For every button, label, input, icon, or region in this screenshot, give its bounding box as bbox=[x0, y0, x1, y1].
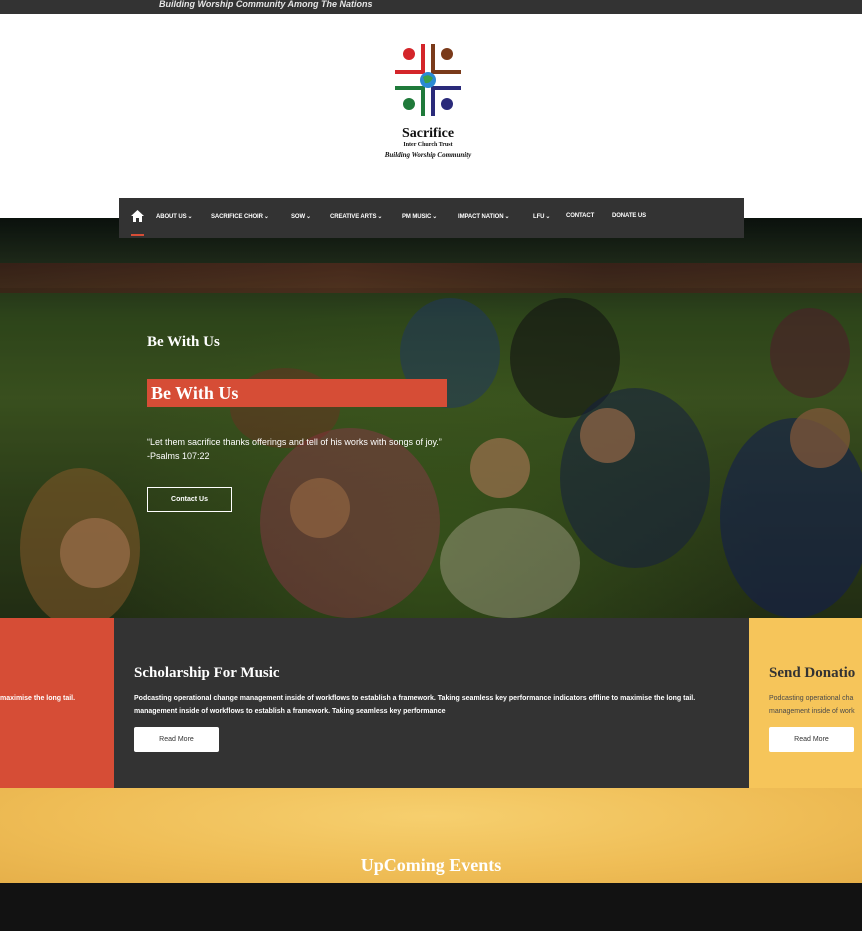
home-icon[interactable] bbox=[131, 210, 144, 222]
nav-item-label: SOW bbox=[291, 214, 306, 220]
chevron-down-icon: ⌄ bbox=[504, 214, 510, 220]
nav-item-creative-arts[interactable]: CREATIVE ARTS⌄ bbox=[330, 213, 382, 220]
card-scholarship-text: Podcasting operational change management… bbox=[134, 692, 695, 718]
nav-item-label: CONTACT bbox=[566, 213, 595, 219]
card-donation: Send Donatio Podcasting operational cha … bbox=[749, 618, 862, 788]
hero-quote: “Let them sacrifice thanks offerings and… bbox=[147, 437, 442, 461]
nav-item-sow[interactable]: SOW⌄ bbox=[291, 213, 311, 220]
cross-hands-globe-logo-icon bbox=[395, 44, 461, 116]
hero-overlay bbox=[0, 218, 862, 618]
chevron-down-icon: ⌄ bbox=[545, 214, 551, 220]
nav-item-donate-us[interactable]: DONATE US bbox=[612, 213, 646, 219]
hero-banner bbox=[0, 218, 862, 618]
events-content-area bbox=[0, 883, 862, 931]
chevron-down-icon: ⌄ bbox=[432, 214, 438, 220]
home-active-indicator bbox=[131, 234, 144, 236]
card-scholarship-line-2: management inside of workflows to establ… bbox=[134, 708, 446, 715]
card-donation-line-1: Podcasting operational cha bbox=[769, 695, 854, 702]
read-more-button[interactable]: Read More bbox=[769, 727, 854, 752]
hero-eyebrow: Be With Us bbox=[147, 334, 220, 350]
card-donation-title: Send Donatio bbox=[769, 665, 856, 681]
nav-item-label: LFU bbox=[533, 214, 545, 220]
hero-title: Be With Us bbox=[147, 379, 447, 407]
logo-name: Sacrifice bbox=[401, 126, 455, 141]
nav-item-label: SACRIFICE CHOIR bbox=[211, 214, 263, 220]
top-bar: Building Worship Community Among The Nat… bbox=[0, 0, 862, 14]
card-red-text: maximise the long tail. bbox=[0, 695, 76, 702]
nav-item-about-us[interactable]: ABOUT US⌄ bbox=[156, 213, 193, 220]
nav-item-lfu[interactable]: LFU⌄ bbox=[533, 213, 550, 220]
nav-item-sacrifice-choir[interactable]: SACRIFICE CHOIR⌄ bbox=[211, 213, 269, 220]
nav-item-pm-music[interactable]: PM MUSIC⌄ bbox=[402, 213, 437, 220]
main-nav: ABOUT US⌄ SACRIFICE CHOIR⌄ SOW⌄ CREATIVE… bbox=[119, 198, 744, 238]
card-red: maximise the long tail. bbox=[0, 618, 114, 788]
nav-item-label: PM MUSIC bbox=[402, 214, 432, 220]
card-scholarship: Scholarship For Music Podcasting operati… bbox=[114, 618, 749, 788]
upcoming-events-title: UpComing Events bbox=[360, 855, 502, 875]
chevron-down-icon: ⌄ bbox=[377, 214, 383, 220]
read-more-button[interactable]: Read More bbox=[134, 727, 219, 752]
card-donation-line-2: management inside of work bbox=[769, 708, 855, 715]
site-logo[interactable]: Sacrifice Inter Church Trust Building Wo… bbox=[380, 40, 480, 165]
chevron-down-icon: ⌄ bbox=[187, 214, 193, 220]
nav-item-contact[interactable]: CONTACT bbox=[566, 213, 594, 219]
nav-item-label: CREATIVE ARTS bbox=[330, 214, 377, 220]
nav-item-label: ABOUT US bbox=[156, 214, 187, 220]
logo-tagline: Building Worship Community bbox=[384, 151, 472, 159]
nav-item-label: DONATE US bbox=[612, 213, 646, 219]
card-scholarship-line-1: Podcasting operational change management… bbox=[134, 695, 696, 702]
nav-item-impact-nation[interactable]: IMPACT NATION⌄ bbox=[458, 213, 510, 220]
top-bar-tagline: Building Worship Community Among The Nat… bbox=[159, 0, 373, 9]
logo-subtitle: Inter Church Trust bbox=[403, 142, 453, 148]
card-scholarship-title: Scholarship For Music bbox=[134, 665, 280, 681]
nav-item-label: IMPACT NATION bbox=[458, 214, 504, 220]
chevron-down-icon: ⌄ bbox=[306, 214, 311, 220]
chevron-down-icon: ⌄ bbox=[263, 214, 269, 220]
contact-us-button[interactable]: Contact Us bbox=[147, 487, 232, 512]
card-donation-text: Podcasting operational cha management in… bbox=[769, 692, 855, 718]
